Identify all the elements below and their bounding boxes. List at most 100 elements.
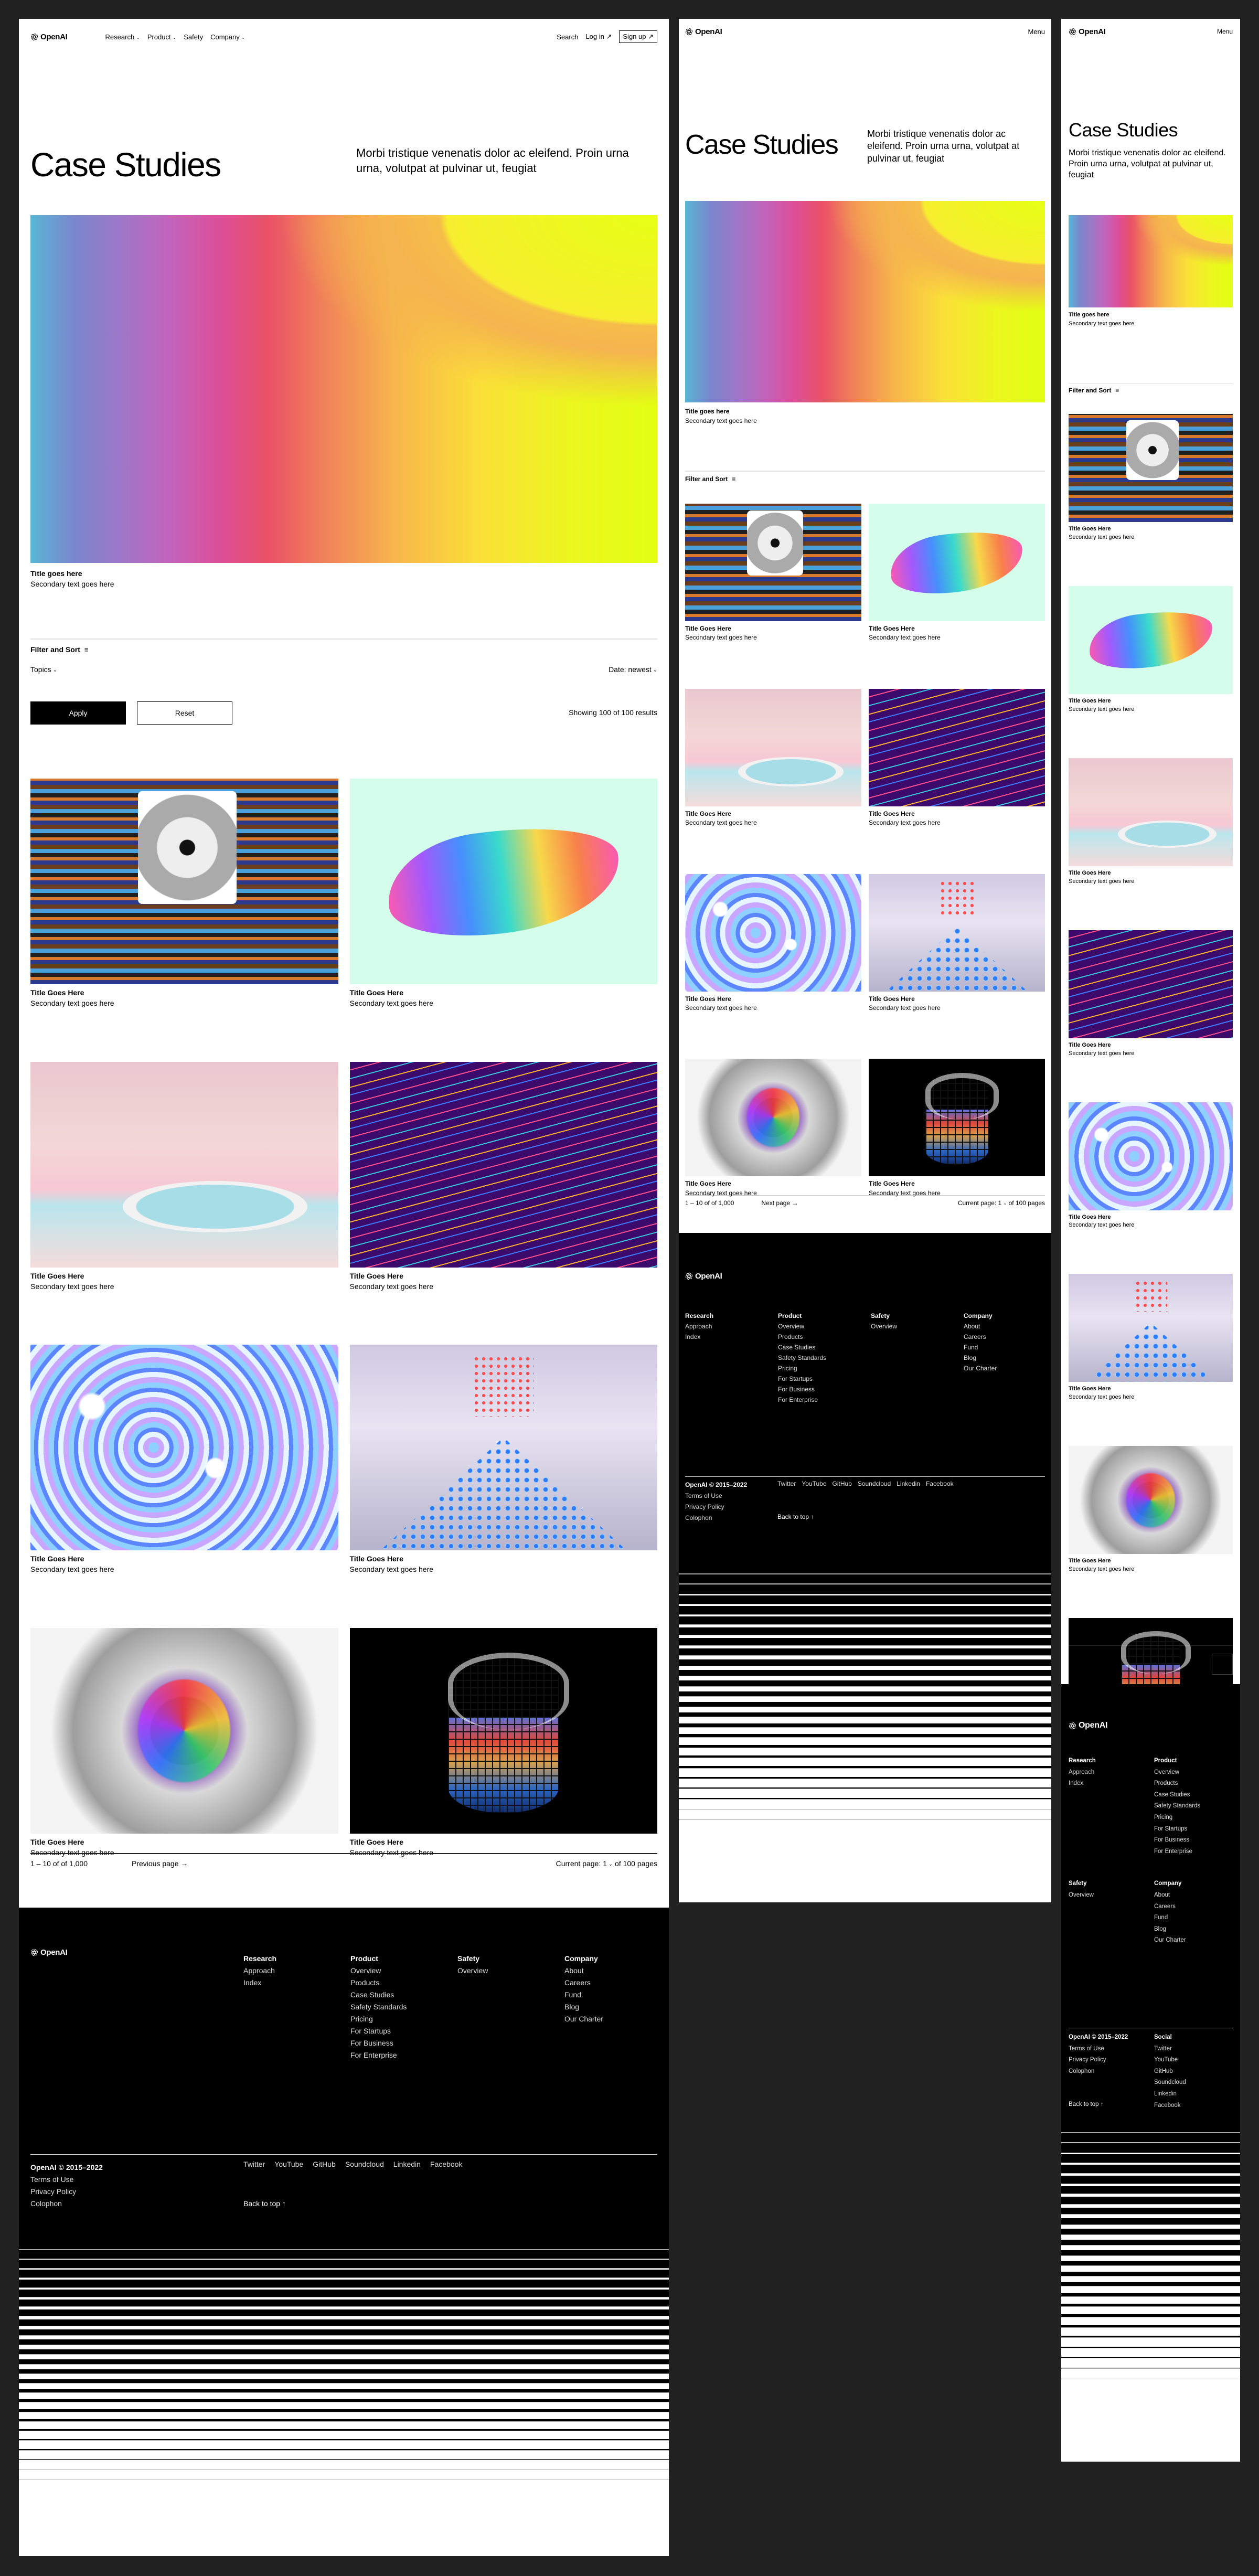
card-image[interactable] — [349, 1627, 657, 1834]
case-study-card[interactable]: Title Goes HereSecondary text goes here — [30, 1627, 338, 1858]
back-to-top-link[interactable]: Back to top ↑ — [1069, 2101, 1103, 2107]
footer-link[interactable]: Linkedin — [393, 2160, 421, 2168]
footer-link[interactable]: Facebook — [1154, 2100, 1186, 2112]
current-page[interactable]: Current page: 1 ⌄ of 100 pages — [958, 1199, 1045, 1207]
next-page-button[interactable]: → — [1212, 1654, 1233, 1675]
footer-link[interactable]: Terms of Use — [685, 1491, 747, 1502]
footer-link[interactable]: Privacy Policy — [685, 1502, 747, 1513]
footer-link[interactable]: About — [964, 1321, 1051, 1332]
card-image[interactable] — [1069, 930, 1233, 1038]
footer-link[interactable]: For Business — [1154, 1835, 1233, 1846]
card-image[interactable] — [1069, 1446, 1233, 1555]
sort-dropdown[interactable]: Date: newest ⌄ — [609, 665, 657, 674]
footer-link[interactable]: For Business — [778, 1384, 871, 1395]
search-link[interactable]: Search — [557, 33, 578, 41]
footer-link[interactable]: For Enterprise — [350, 2049, 457, 2061]
case-study-card[interactable]: Title Goes HereSecondary text goes here — [685, 504, 861, 643]
card-title[interactable]: Title Goes Here — [350, 987, 658, 998]
footer-link[interactable]: Safety Standards — [778, 1353, 871, 1363]
footer-link[interactable]: About — [1154, 1890, 1233, 1901]
card-title[interactable]: Title Goes Here — [1069, 869, 1233, 878]
case-study-card[interactable]: Title Goes HereSecondary text goes here — [30, 1345, 338, 1575]
card-image[interactable] — [1069, 586, 1233, 694]
footer-link[interactable]: Case Studies — [778, 1342, 871, 1353]
card-image[interactable] — [30, 1345, 338, 1551]
filter-sort-toggle[interactable]: Filter and Sort ≡ — [685, 475, 735, 483]
footer-link[interactable]: Colophon — [1069, 2066, 1128, 2078]
case-study-card[interactable]: Title Goes HereSecondary text goes here — [349, 779, 658, 1009]
card-image[interactable] — [349, 1061, 657, 1268]
footer-link[interactable]: Facebook — [430, 2160, 462, 2168]
footer-link[interactable]: Pricing — [778, 1363, 871, 1374]
footer-link[interactable]: About — [564, 1965, 669, 1977]
footer-link[interactable]: Products — [1154, 1778, 1233, 1790]
back-to-top-link[interactable]: Back to top ↑ — [243, 2199, 286, 2208]
card-image[interactable] — [349, 779, 657, 984]
card-title[interactable]: Title Goes Here — [350, 1837, 658, 1847]
hero-feature-image[interactable] — [685, 201, 1045, 402]
footer-link[interactable]: Overview — [1154, 1767, 1233, 1779]
feature-title[interactable]: Title goes here — [1069, 311, 1134, 320]
footer-link[interactable]: Blog — [1154, 1924, 1233, 1935]
footer-link[interactable]: Soundcloud — [1154, 2077, 1186, 2089]
footer-link[interactable]: For Enterprise — [778, 1395, 871, 1405]
card-title[interactable]: Title Goes Here — [1069, 525, 1233, 534]
card-title[interactable]: Title Goes Here — [350, 1553, 658, 1564]
case-study-card[interactable]: Title Goes HereSecondary text goes here — [1069, 1274, 1233, 1402]
footer-link[interactable]: Twitter — [1154, 2043, 1186, 2055]
footer-link[interactable]: Approach — [1069, 1767, 1154, 1779]
footer-link[interactable]: Fund — [1154, 1912, 1233, 1924]
login-link[interactable]: Log in ↗ — [585, 33, 612, 41]
card-title[interactable]: Title Goes Here — [1069, 1041, 1233, 1050]
case-study-card[interactable]: Title Goes HereSecondary text goes here — [685, 874, 861, 1013]
card-title[interactable]: Title Goes Here — [685, 1179, 861, 1188]
case-study-card[interactable]: Title Goes HereSecondary text goes here — [349, 1627, 658, 1858]
footer-link[interactable]: Blog — [564, 2001, 669, 2013]
card-image[interactable] — [1069, 758, 1233, 866]
menu-button[interactable]: Menu — [1217, 28, 1233, 35]
card-title[interactable]: Title Goes Here — [1069, 697, 1233, 706]
topics-dropdown[interactable]: Topics ⌄ — [30, 665, 57, 674]
reset-button[interactable]: Reset — [137, 701, 232, 725]
card-image[interactable] — [1069, 1274, 1233, 1382]
footer-link[interactable]: Index — [685, 1332, 778, 1342]
case-study-card[interactable]: Title Goes HereSecondary text goes here — [349, 1061, 657, 1292]
footer-link[interactable]: Overview — [871, 1321, 964, 1332]
card-title[interactable]: Title Goes Here — [30, 1837, 338, 1847]
card-title[interactable]: Title Goes Here — [869, 995, 1045, 1004]
footer-link[interactable]: Approach — [243, 1965, 350, 1977]
case-study-card[interactable]: Title Goes HereSecondary text goes here — [1069, 1102, 1233, 1230]
footer-link[interactable]: Soundcloud — [858, 1480, 891, 1487]
logo-link[interactable]: OpenAI — [30, 33, 68, 41]
footer-logo[interactable]: OpenAI — [30, 1948, 68, 1957]
footer-link[interactable]: Soundcloud — [345, 2160, 384, 2168]
card-image[interactable] — [869, 688, 1045, 806]
footer-link[interactable]: Terms of Use — [30, 2174, 103, 2186]
footer-link[interactable]: Colophon — [30, 2198, 103, 2210]
footer-link[interactable]: Index — [243, 1977, 350, 1989]
case-study-card[interactable]: Title Goes HereSecondary text goes here — [349, 1345, 658, 1575]
footer-link[interactable]: Linkedin — [897, 1480, 920, 1487]
card-image[interactable] — [30, 779, 338, 984]
footer-logo[interactable]: OpenAI — [685, 1272, 722, 1281]
card-image[interactable] — [685, 688, 861, 806]
footer-link[interactable]: Blog — [964, 1353, 1051, 1363]
card-title[interactable]: Title Goes Here — [1069, 1385, 1233, 1393]
card-title[interactable]: Title Goes Here — [685, 995, 861, 1004]
footer-link[interactable]: Pricing — [350, 2013, 457, 2025]
filter-sort-toggle[interactable]: Filter and Sort ≡ — [1069, 387, 1119, 394]
card-title[interactable]: Title Goes Here — [685, 810, 861, 818]
feature-title[interactable]: Title goes here — [30, 568, 114, 579]
footer-link[interactable]: Fund — [564, 1989, 669, 2001]
card-image[interactable] — [869, 1059, 1045, 1177]
logo-link[interactable]: OpenAI — [685, 27, 722, 36]
case-study-card[interactable]: Title Goes HereSecondary text goes here — [869, 874, 1045, 1013]
card-image[interactable] — [30, 1627, 338, 1834]
nav-research[interactable]: Research ⌄ — [105, 33, 140, 41]
footer-link[interactable]: Privacy Policy — [1069, 2055, 1128, 2066]
footer-link[interactable]: Fund — [964, 1342, 1051, 1353]
case-study-card[interactable]: Title Goes HereSecondary text goes here — [685, 688, 861, 828]
footer-link[interactable]: Twitter — [243, 2160, 265, 2168]
card-image[interactable] — [869, 504, 1045, 621]
current-page[interactable]: Current page: 1 ⌄ of 100 pages — [556, 1859, 657, 1868]
